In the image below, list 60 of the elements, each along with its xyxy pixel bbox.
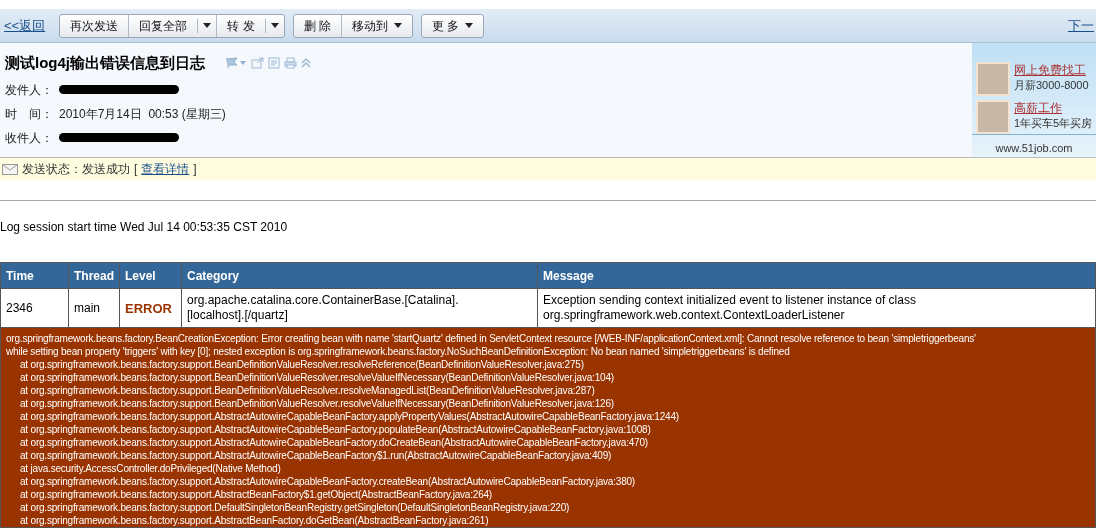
popout-icon[interactable]: [251, 57, 264, 70]
field-label: 发件人：: [5, 81, 53, 99]
ad-link[interactable]: 网上免费找工: [1014, 62, 1089, 78]
stack-trace-line: at java.security.AccessController.doPrivileged(Native Method): [19, 462, 282, 475]
table-cell: org.apache.catalina.core.ContainerBase.[Catalina]. [localhost].[/quartz]: [181, 288, 538, 328]
field-label: 收件人：: [5, 129, 53, 147]
log-session-text: Log session start time Wed Jul 14 00:53:35 CST 2010: [0, 220, 288, 234]
field-value: 2010年7月14日 00:53 (星期三): [59, 105, 226, 123]
stack-trace-line: org.springframework.beans.factory.BeanCreationException: Error creating bean with name 'startQuartz' defined in ServletContext resource [/WEB-INF/applicationContext.xml]: Cannot resolve reference to bean 'simpletriggerbeans': [6, 332, 977, 345]
table-cell: 2346: [0, 288, 69, 328]
bracket-text: ]: [193, 161, 197, 178]
bracket-text: [: [134, 161, 138, 178]
details-link[interactable]: 查看详情: [141, 160, 190, 178]
stack-trace-line: at org.springframework.beans.factory.support.AbstractAutowireCapableBeanFactory.populateBean(AbstractAutowireCapableBeanFactory.java:1008): [19, 423, 652, 436]
email-subject: 测试log4j输出错误信息到日志: [5, 53, 205, 73]
send-status: 发送状态：发送成功: [22, 161, 130, 178]
toolbar-button[interactable]: 回复全部: [128, 14, 198, 37]
caret-icon: [203, 23, 212, 28]
stack-trace-line: at org.springframework.beans.factory.support.BeanDefinitionValueResolver.resolveValueIfNecessary(BeanDefinitionValueResolver.java:104): [19, 371, 615, 384]
next-link[interactable]: 下一: [1068, 15, 1094, 36]
print-icon[interactable]: [284, 57, 297, 70]
column-header: Time: [0, 262, 69, 289]
envelope-icon: [2, 163, 18, 175]
toolbar-button[interactable]: 删 除: [293, 14, 341, 37]
stack-trace-line: at org.springframework.beans.factory.support.BeanDefinitionValueResolver.resolveValueIfNecessary(BeanDefinitionValueResolver.java:126): [19, 397, 615, 410]
ad-text: 月薪3000-8000: [1014, 78, 1089, 93]
flag-icon[interactable]: [225, 57, 247, 70]
column-header: Message: [537, 262, 1096, 289]
caret-icon: [270, 23, 279, 28]
stack-trace-line: at org.springframework.beans.factory.support.AbstractAutowireCapableBeanFactory$1.run(AbstractAutowireCapableBeanFactory.java:409): [19, 449, 613, 462]
stack-trace-line: at org.springframework.beans.factory.support.AbstractAutowireCapableBeanFactory.applyPropertyValues(AbstractAutowireCapableBeanFactory.java:1244): [19, 410, 680, 423]
ad-text: 1年买车5年买房: [1014, 116, 1093, 131]
stack-trace-line: at org.springframework.beans.factory.support.BeanDefinitionValueResolver.resolveReference(BeanDefinitionValueResolver.java:275): [19, 358, 585, 371]
table-cell: ERROR: [119, 288, 182, 328]
stack-trace-line: at org.springframework.beans.factory.support.AbstractAutowireCapableBeanFactory.doCreateBean(AbstractAutowireCapableBeanFactory.java:470): [19, 436, 649, 449]
stack-trace-line: while setting bean property 'triggers' with key [0]; nested exception is org.springframework.beans.factory.NoSuchBeanDefinitionException: No bean named 'simpletriggerbeans' is defined: [6, 345, 791, 358]
stack-trace-line: at org.springframework.beans.factory.support.DefaultSingletonBeanRegistry.getSingleton(DefaultSingletonBeanRegistry.java:220): [19, 501, 571, 514]
table-cell: main: [68, 288, 120, 328]
stack-trace-line: at org.springframework.beans.factory.support.AbstractBeanFactory$1.getObject(AbstractBeanFactory.java:264): [19, 488, 493, 501]
column-header: Category: [181, 262, 538, 289]
collapse-icon[interactable]: [301, 57, 311, 70]
toolbar-button[interactable]: 再次发送: [60, 14, 129, 37]
ad-link[interactable]: 高薪工作: [1014, 100, 1093, 116]
table-cell: Exception sending context initialized event to listener instance of class org.springframework.web.context.ContextLoaderListener: [537, 288, 1096, 328]
back-link[interactable]: <<返回: [4, 15, 46, 36]
stack-trace-line: at org.springframework.beans.factory.support.AbstractAutowireCapableBeanFactory.createBean(AbstractAutowireCapableBeanFactory.java:380): [19, 475, 636, 488]
photo-placeholder: [976, 100, 1010, 134]
ad-url: www.51job.com: [995, 142, 1073, 154]
stack-trace-line: at org.springframework.beans.factory.support.BeanDefinitionValueResolver.resolveManagedList(BeanDefinitionValueResolver.java:287): [19, 384, 596, 397]
toolbar-button[interactable]: 转 发: [216, 14, 265, 37]
stack-trace-line: at org.springframework.beans.factory.support.AbstractBeanFactory.doGetBean(AbstractBeanFactory.java:261): [19, 514, 490, 527]
toolbar-button[interactable]: 更 多: [421, 14, 484, 37]
field-label: 时 间：: [5, 105, 53, 123]
caret-icon: [465, 23, 474, 28]
caret-icon: [393, 23, 402, 28]
note-icon[interactable]: [268, 57, 280, 70]
column-header: Thread: [68, 262, 120, 289]
column-header: Level: [119, 262, 182, 289]
photo-placeholder: [976, 62, 1010, 96]
toolbar-button[interactable]: 移动到: [340, 14, 412, 37]
